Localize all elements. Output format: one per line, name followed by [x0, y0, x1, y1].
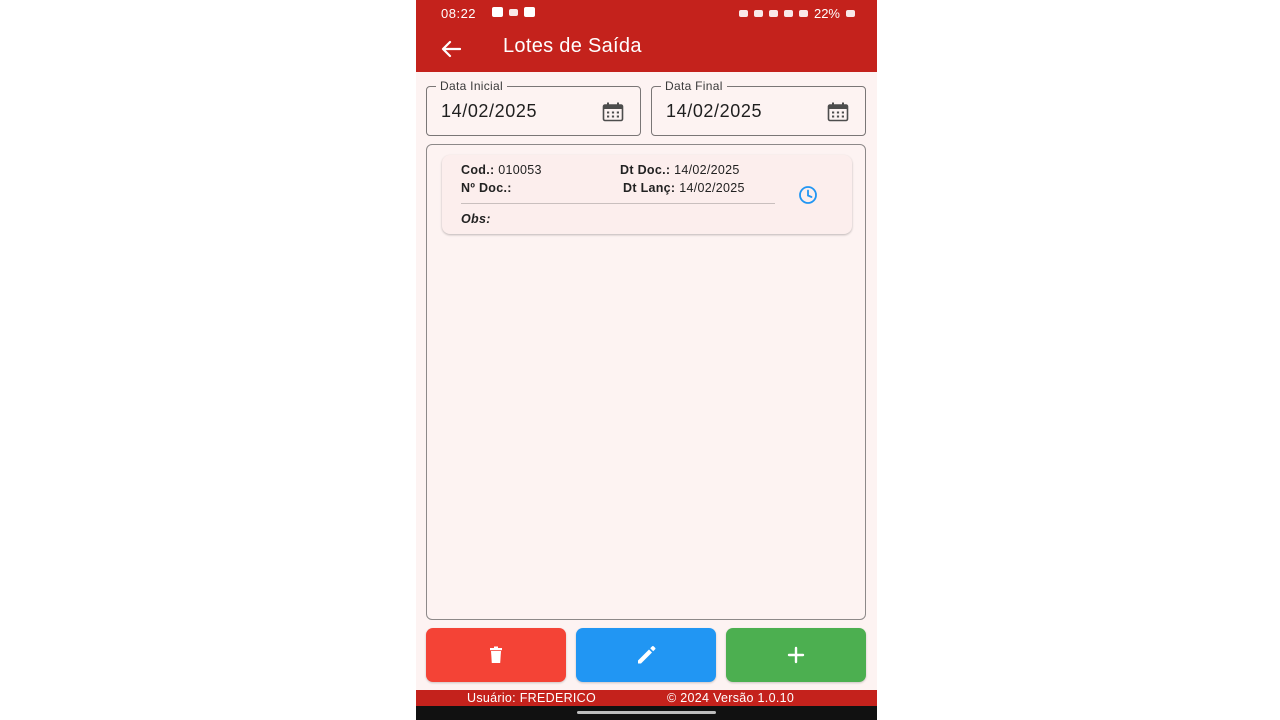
- dtlanc-value: 14/02/2025: [679, 181, 745, 195]
- start-date-field[interactable]: Data Inicial 14/02/2025: [426, 79, 641, 136]
- system-nav-bar: [416, 706, 877, 720]
- app-bar: Lotes de Saída: [416, 26, 877, 72]
- status-bar: 08:22 22%: [416, 0, 877, 26]
- clock-icon[interactable]: [796, 185, 820, 205]
- cod-label: Cod.:: [461, 163, 495, 177]
- calendar-icon[interactable]: [827, 102, 849, 122]
- mute-icon: [768, 10, 778, 17]
- footer-user: Usuário: FREDERICO: [467, 691, 597, 705]
- obs-field: Obs:: [461, 212, 491, 226]
- message-icon: [509, 8, 518, 16]
- cod-value: 010053: [498, 163, 542, 177]
- card-divider: [461, 203, 775, 204]
- battery-level: 22%: [813, 6, 840, 21]
- dtlanc-field: Dt Lanç: 14/02/2025: [623, 181, 745, 195]
- lotes-list[interactable]: Cod.: 010053 Nº Doc.: Dt Doc.: 14/02/202…: [426, 144, 866, 620]
- signal-icon: [798, 10, 808, 17]
- calendar-icon[interactable]: [602, 102, 624, 122]
- wifi-icon: [783, 10, 793, 17]
- back-button[interactable]: [438, 36, 464, 62]
- end-date-label: Data Final: [661, 79, 727, 93]
- add-button[interactable]: [726, 628, 866, 682]
- phone-screen: 08:22 22% Lotes de Saída Data Inicial 14…: [416, 0, 877, 720]
- status-system-icons: 22%: [738, 6, 855, 21]
- delete-button[interactable]: [426, 628, 566, 682]
- end-date-field[interactable]: Data Final 14/02/2025: [651, 79, 866, 136]
- image-icon: [492, 7, 503, 17]
- start-date-label: Data Inicial: [436, 79, 507, 93]
- battery-icon: [846, 10, 855, 17]
- start-date-value: 14/02/2025: [441, 101, 538, 121]
- obs-label: Obs:: [461, 212, 491, 226]
- arrow-left-icon: [441, 40, 461, 58]
- dtdoc-field: Dt Doc.: 14/02/2025: [620, 163, 740, 177]
- plus-icon: [787, 646, 805, 664]
- page-title: Lotes de Saída: [503, 35, 642, 57]
- check-icon: [524, 7, 535, 17]
- alarm-icon: [738, 10, 748, 17]
- dtdoc-label: Dt Doc.:: [620, 163, 671, 177]
- end-date-value: 14/02/2025: [666, 101, 763, 121]
- footer: Usuário: FREDERICO © 2024 Versão 1.0.10: [416, 690, 877, 706]
- ndoc-field: Nº Doc.:: [461, 181, 512, 195]
- trash-icon: [490, 646, 502, 663]
- status-notification-icons: [492, 7, 535, 17]
- dtdoc-value: 14/02/2025: [674, 163, 740, 177]
- dtlanc-label: Dt Lanç:: [623, 181, 676, 195]
- status-time: 08:22: [441, 6, 477, 21]
- ndoc-label: Nº Doc.:: [461, 181, 512, 195]
- bluetooth-icon: [753, 10, 763, 17]
- cod-field: Cod.: 010053: [461, 163, 542, 177]
- pencil-icon: [638, 646, 656, 664]
- edit-button[interactable]: [576, 628, 716, 682]
- list-item[interactable]: Cod.: 010053 Nº Doc.: Dt Doc.: 14/02/202…: [442, 155, 852, 234]
- footer-version: © 2024 Versão 1.0.10: [667, 691, 795, 705]
- home-gesture-bar[interactable]: [577, 711, 716, 714]
